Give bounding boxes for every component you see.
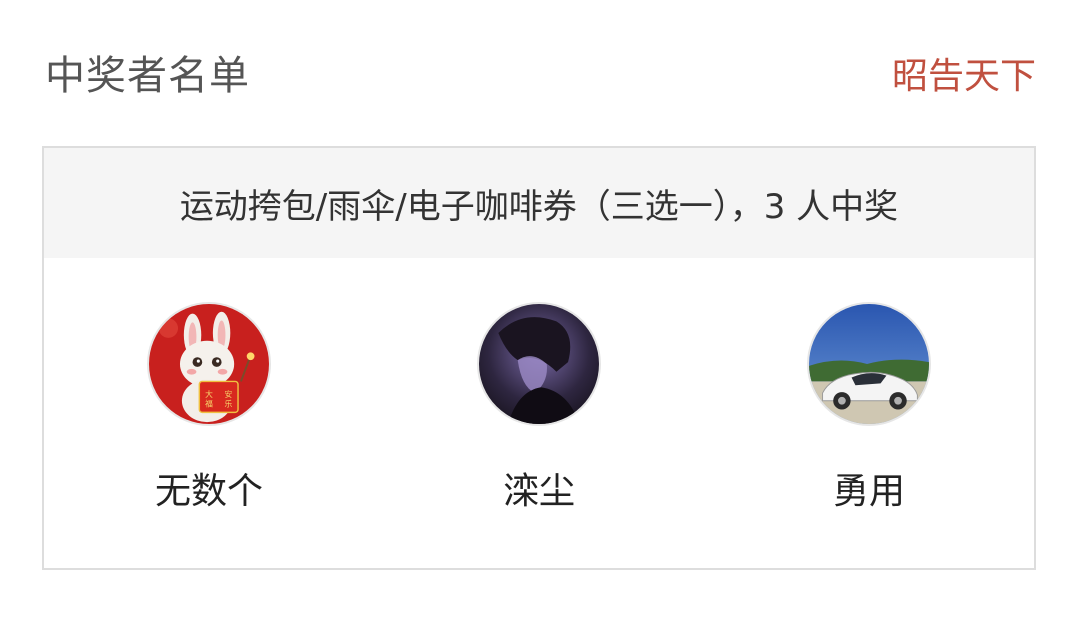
car-avatar-icon[interactable] (807, 302, 931, 426)
rabbit-avatar-icon[interactable]: 大 福 安 乐 (147, 302, 271, 426)
winners-card: 运动挎包/雨伞/电子咖啡券（三选一），3 人中奖 大 福 安 乐 无数个 滦尘 … (42, 146, 1036, 570)
winner-name: 无数个 (154, 471, 263, 512)
svg-text:安: 安 (224, 389, 232, 399)
dark-figure-avatar-icon[interactable] (477, 302, 601, 426)
svg-text:乐: 乐 (224, 399, 232, 409)
page-title: 中奖者名单 (45, 53, 250, 99)
svg-text:大: 大 (205, 389, 213, 399)
winner-name: 勇用 (832, 471, 905, 512)
winner-item[interactable]: 勇用 (764, 258, 974, 514)
announce-link[interactable]: 昭告天下 (892, 52, 1036, 102)
winner-name: 滦尘 (502, 471, 575, 512)
winner-list: 大 福 安 乐 无数个 滦尘 勇用 (44, 258, 1034, 514)
prize-description: 运动挎包/雨伞/电子咖啡券（三选一），3 人中奖 (44, 148, 1034, 258)
winner-item[interactable]: 大 福 安 乐 无数个 (104, 258, 314, 514)
winner-item[interactable]: 滦尘 (434, 258, 644, 514)
svg-text:福: 福 (205, 400, 213, 409)
